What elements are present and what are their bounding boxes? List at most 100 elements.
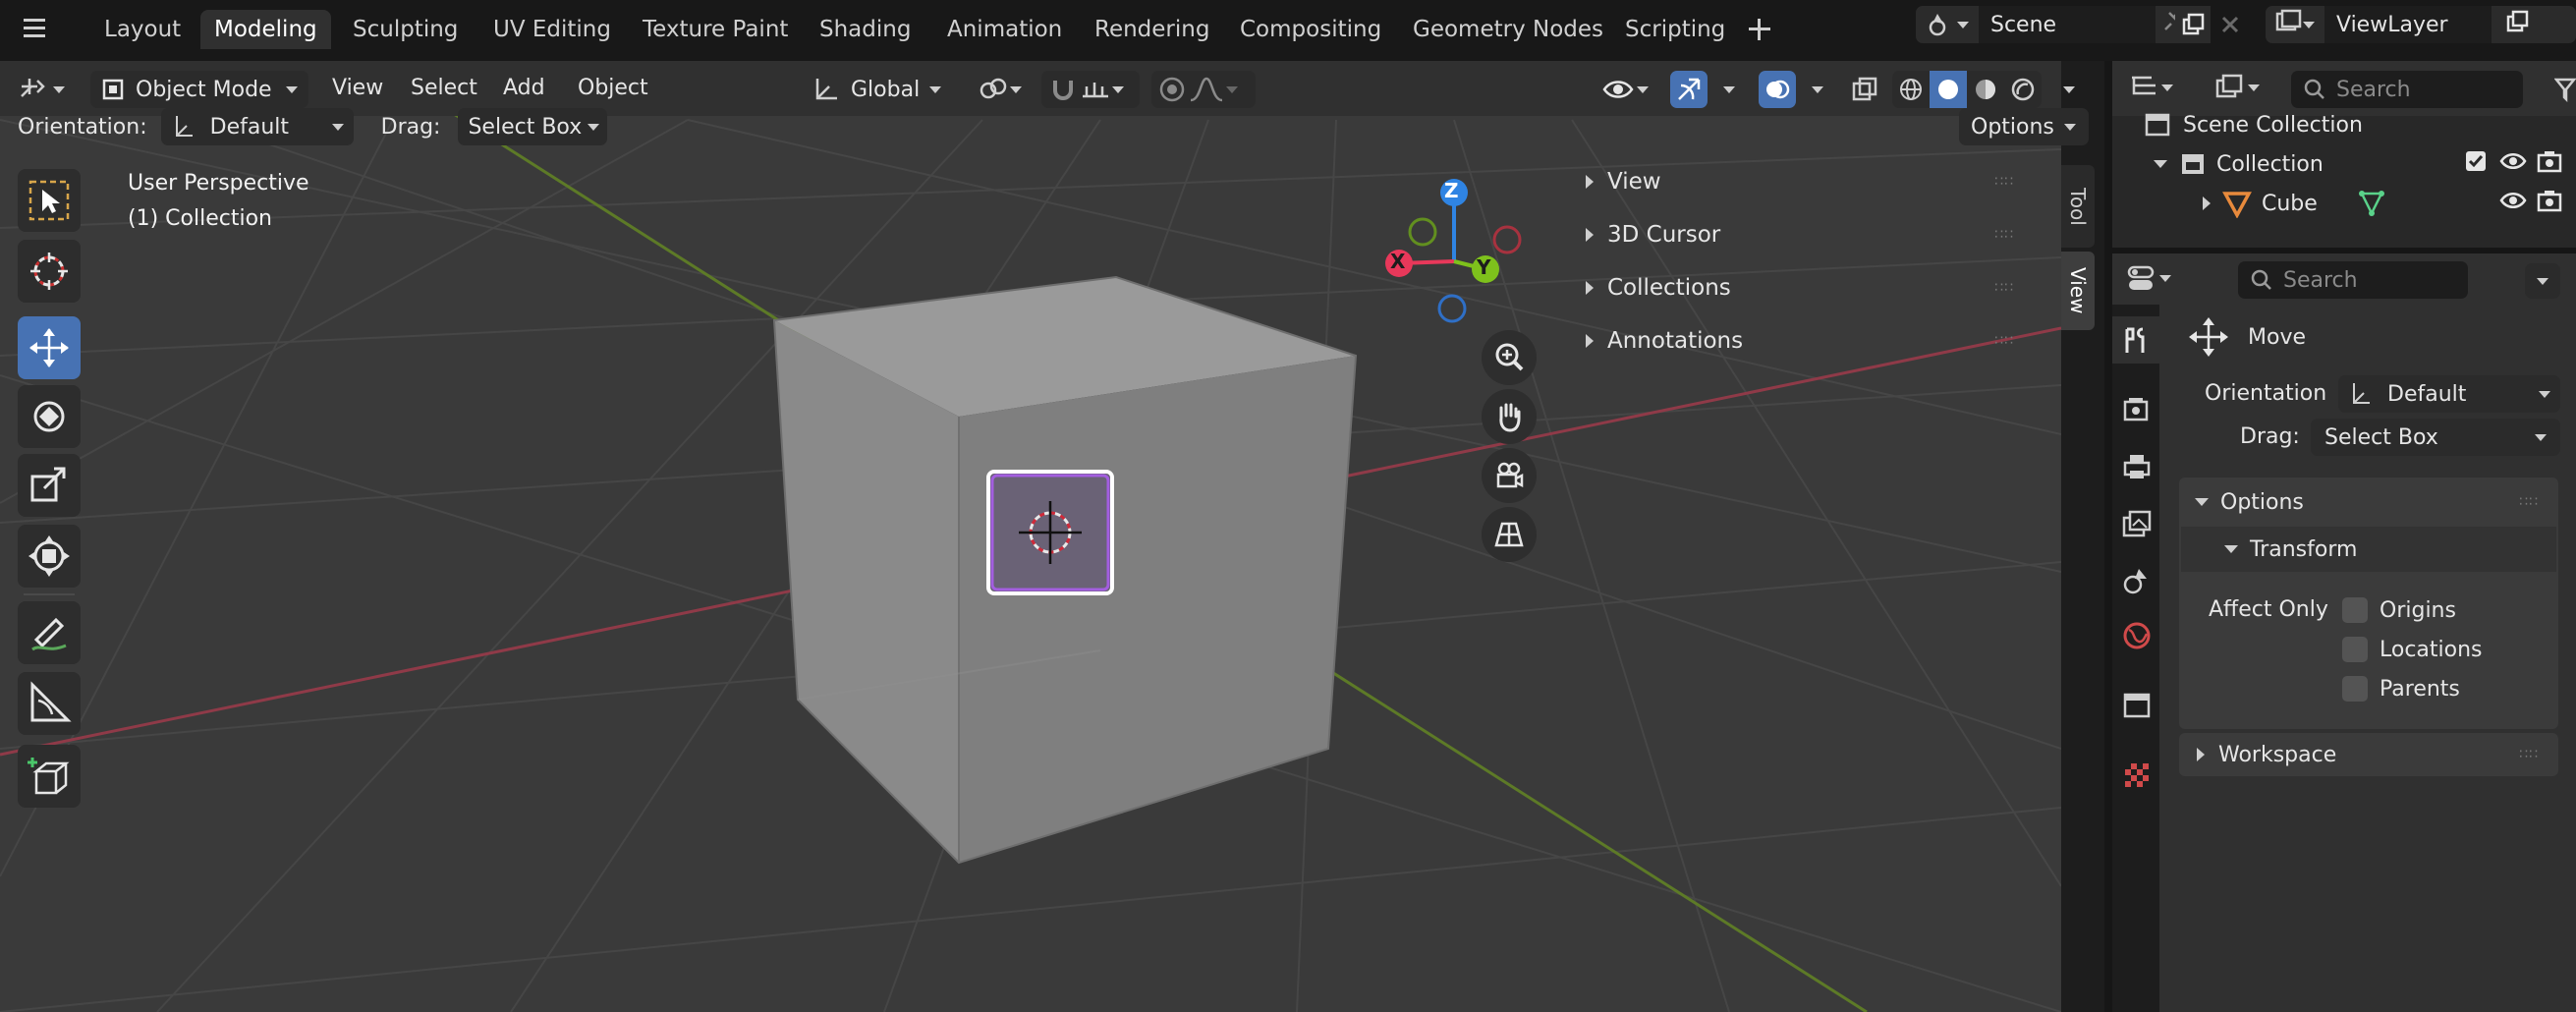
chevron-down-icon[interactable] <box>1812 86 1823 93</box>
properties-search-input[interactable]: Search <box>2238 261 2468 299</box>
properties-drag-dropdown[interactable]: Select Box <box>2311 419 2560 456</box>
add-cube-tool[interactable] <box>18 745 81 808</box>
output-properties-tab[interactable] <box>2120 450 2154 483</box>
visibility-selector[interactable] <box>1601 71 1649 108</box>
texture-properties-tab[interactable] <box>2120 759 2154 792</box>
tab-animation[interactable]: Animation <box>933 10 1076 49</box>
chevron-down-icon[interactable] <box>1723 86 1735 93</box>
solid-shading-button[interactable] <box>1930 71 1967 108</box>
exclude-checkbox[interactable] <box>2464 149 2488 179</box>
menu-object[interactable]: Object <box>578 76 648 100</box>
drag-handle-icon[interactable]: ∷∷ <box>2519 747 2539 762</box>
properties-options-dropdown[interactable] <box>2525 263 2560 299</box>
options-panel-header[interactable]: Options ∷∷ <box>2179 481 2558 523</box>
tab-scripting[interactable]: Scripting <box>1611 10 1739 49</box>
tab-geometry-nodes[interactable]: Geometry Nodes <box>1399 10 1617 49</box>
outliner-row-cube[interactable]: Cube <box>2112 184 2576 223</box>
drag-handle-icon[interactable]: ∷∷ <box>1994 227 2014 243</box>
editor-type-selector[interactable] <box>18 73 65 106</box>
display-mode-selector[interactable] <box>2214 73 2260 102</box>
zoom-button[interactable] <box>1482 330 1537 385</box>
world-properties-tab[interactable] <box>2120 619 2154 652</box>
add-workspace-icon[interactable] <box>1747 17 1772 42</box>
menu-select[interactable]: Select <box>411 76 477 100</box>
outliner-editor-type[interactable] <box>2128 73 2173 102</box>
drag-handle-icon[interactable]: ∷∷ <box>1994 280 2014 296</box>
scene-properties-tab[interactable] <box>2120 564 2154 597</box>
scene-name-field[interactable]: Scene <box>1979 6 2156 43</box>
cursor-tool[interactable] <box>18 240 81 303</box>
proportional-editing-toggle[interactable] <box>1151 71 1256 108</box>
snapping-toggle[interactable] <box>1041 71 1140 108</box>
tab-sculpting[interactable]: Sculpting <box>339 10 472 49</box>
gizmo-toggle-button[interactable] <box>1670 71 1708 108</box>
affect-only-locations-checkbox[interactable]: Locations <box>2342 635 2483 664</box>
tab-shading[interactable]: Shading <box>806 10 924 49</box>
chevron-down-icon[interactable] <box>2063 86 2075 93</box>
npanel-tab-view[interactable]: View <box>2061 252 2095 330</box>
transform-subpanel-header[interactable]: Transform <box>2181 529 2556 570</box>
chevron-down-icon[interactable] <box>2154 160 2167 168</box>
area-divider[interactable] <box>2104 61 2112 1012</box>
orientation-dropdown[interactable]: Default <box>160 108 354 145</box>
move-tool[interactable] <box>18 316 81 379</box>
pivot-point-selector[interactable] <box>977 71 1022 108</box>
material-shading-button[interactable] <box>1967 71 2004 108</box>
eye-icon[interactable] <box>2499 189 2527 218</box>
measure-tool[interactable] <box>18 672 81 735</box>
view-layer-selector[interactable]: ViewLayer <box>2266 6 2576 43</box>
tab-rendering[interactable]: Rendering <box>1081 10 1223 49</box>
npanel-3d-cursor-panel[interactable]: 3D Cursor ∷∷ <box>1570 210 2038 259</box>
rendered-shading-button[interactable] <box>2004 71 2042 108</box>
affect-only-parents-checkbox[interactable]: Parents <box>2342 674 2460 703</box>
scene-selector[interactable]: Scene <box>1916 6 2211 43</box>
remove-scene-icon[interactable] <box>2214 9 2246 40</box>
npanel-tab-tool[interactable]: Tool <box>2061 165 2095 248</box>
options-dropdown[interactable]: Options <box>1959 108 2089 145</box>
overlays-toggle-button[interactable] <box>1759 71 1796 108</box>
outliner-search-input[interactable]: Search <box>2291 71 2523 108</box>
eye-icon[interactable] <box>2499 149 2527 179</box>
xray-toggle-button[interactable] <box>1847 73 1882 106</box>
npanel-collections-panel[interactable]: Collections ∷∷ <box>1570 263 2038 312</box>
drag-handle-icon[interactable]: ∷∷ <box>2519 494 2539 510</box>
tab-modeling[interactable]: Modeling <box>200 10 331 49</box>
new-scene-icon[interactable] <box>2175 6 2211 43</box>
properties-editor-type[interactable] <box>2126 263 2171 293</box>
camera-view-button[interactable] <box>1482 448 1537 503</box>
pan-button[interactable] <box>1482 389 1537 444</box>
npanel-view-panel[interactable]: View ∷∷ <box>1570 157 2038 206</box>
collection-properties-tab[interactable] <box>2120 688 2154 721</box>
view-layer-name-field[interactable]: ViewLayer <box>2324 6 2492 43</box>
render-properties-tab[interactable] <box>2120 393 2154 426</box>
drag-handle-icon[interactable]: ∷∷ <box>1994 333 2014 349</box>
annotate-tool[interactable] <box>18 601 81 664</box>
tab-uv-editing[interactable]: UV Editing <box>479 10 625 49</box>
rotate-tool[interactable] <box>18 385 81 448</box>
outliner-row-scene-collection[interactable]: Scene Collection <box>2112 105 2576 144</box>
camera-render-icon[interactable] <box>2537 149 2562 179</box>
affect-only-origins-checkbox[interactable]: Origins <box>2342 595 2456 625</box>
filter-icon[interactable] <box>2553 77 2576 108</box>
camera-render-icon[interactable] <box>2537 189 2562 218</box>
tab-compositing[interactable]: Compositing <box>1226 10 1395 49</box>
outliner-row-collection[interactable]: Collection <box>2112 144 2576 184</box>
tab-layout[interactable]: Layout <box>90 10 195 49</box>
orthographic-toggle-button[interactable] <box>1482 507 1537 562</box>
view-layer-properties-tab[interactable] <box>2120 507 2154 540</box>
drag-handle-icon[interactable]: ∷∷ <box>1994 174 2014 190</box>
chevron-right-icon[interactable] <box>2203 197 2211 210</box>
drag-dropdown[interactable]: Select Box <box>458 108 608 145</box>
properties-orientation-dropdown[interactable]: Default <box>2338 375 2560 413</box>
tool-properties-tab[interactable] <box>2120 324 2154 358</box>
mesh-data-icon[interactable] <box>2357 189 2386 218</box>
transform-orientation-selector[interactable]: Global <box>812 71 959 108</box>
transform-tool[interactable] <box>18 525 81 588</box>
new-view-layer-icon[interactable] <box>2505 10 2529 39</box>
npanel-annotations-panel[interactable]: Annotations ∷∷ <box>1570 316 2038 365</box>
scale-tool[interactable] <box>18 454 81 517</box>
main-menu-icon[interactable] <box>22 16 49 41</box>
menu-add[interactable]: Add <box>503 76 545 100</box>
tab-texture-paint[interactable]: Texture Paint <box>629 10 802 49</box>
workspace-panel-header[interactable]: Workspace ∷∷ <box>2179 735 2558 774</box>
